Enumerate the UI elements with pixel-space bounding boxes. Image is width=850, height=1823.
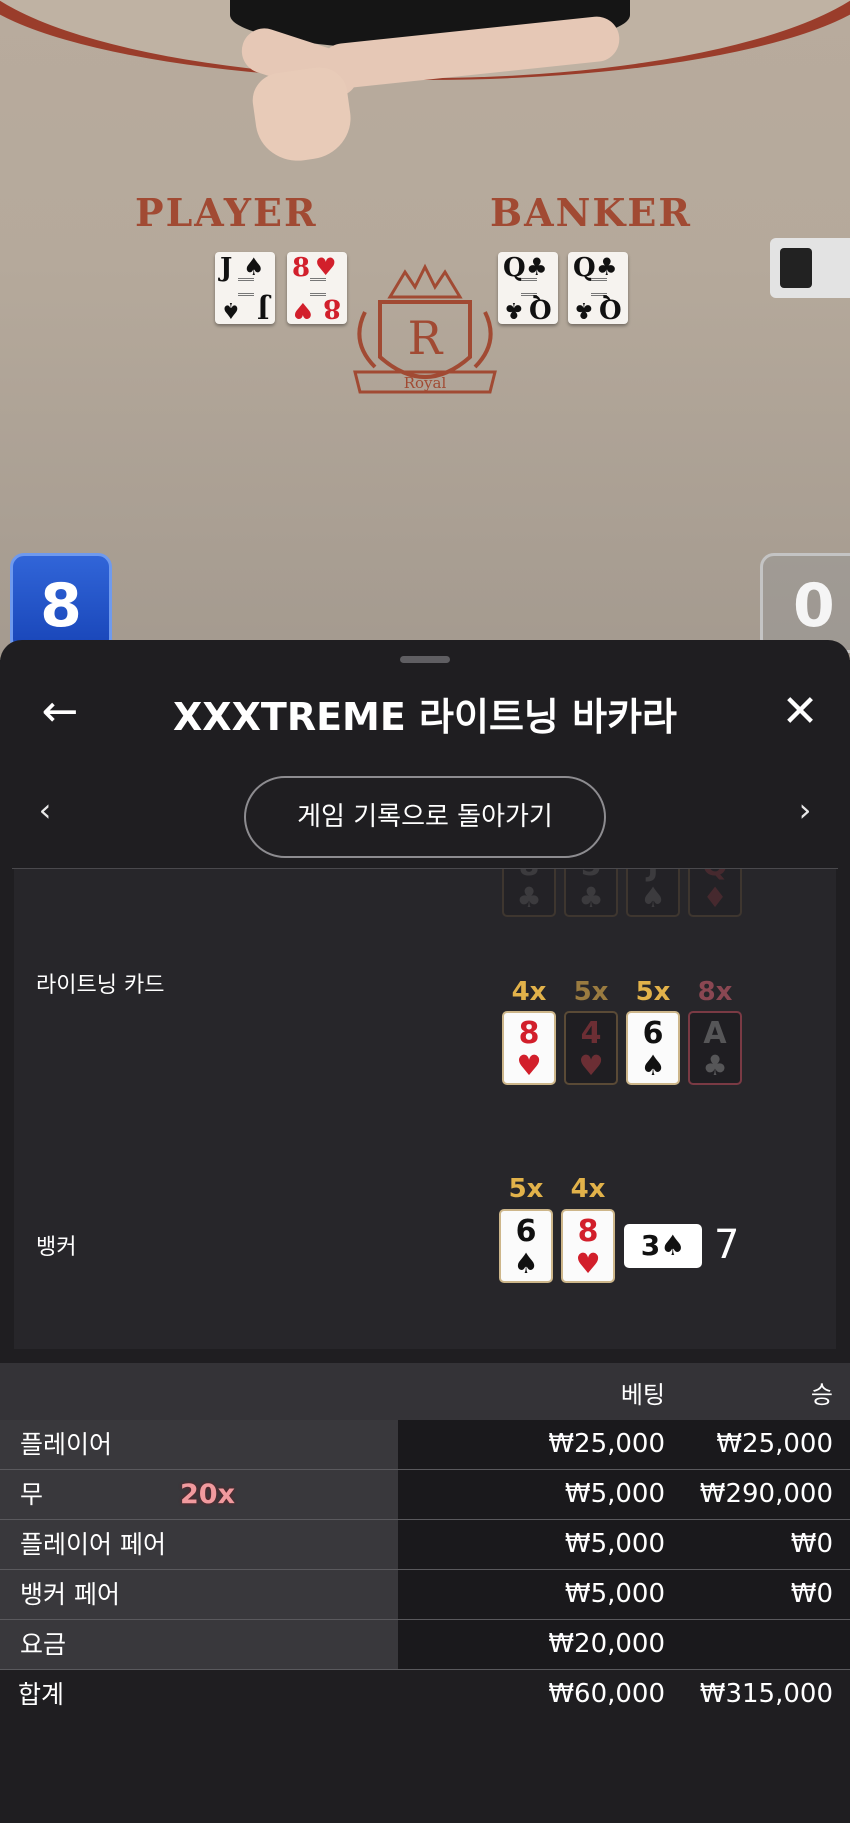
column-header-win: 승 xyxy=(810,1381,833,1409)
table-row: 뱅커 페어 ₩5,000 ₩0 xyxy=(0,1570,850,1620)
bets-table: 베팅 승 플레이어 ₩25,000 ₩25,000 무 20x ₩5,000 ₩… xyxy=(0,1363,850,1726)
total-label: 합계 xyxy=(18,1680,65,1709)
win-amount: ₩290,000 xyxy=(699,1479,833,1509)
close-icon[interactable]: ✕ xyxy=(770,682,830,742)
card: 8♣ xyxy=(502,869,556,917)
table-card-player-2: 8 ♥ ♥ 8 xyxy=(287,252,347,324)
table-card-player-1: J ♠ ♠ J xyxy=(215,252,275,324)
lightning-multiplier: 4x xyxy=(511,977,547,1007)
bet-amount: ₩5,000 xyxy=(564,1529,665,1559)
player-score-badge: 8 xyxy=(10,553,112,653)
dealer-hand xyxy=(249,63,356,167)
svg-text:Royal: Royal xyxy=(404,374,447,392)
bet-type: 플레이어 xyxy=(0,1420,398,1469)
lightning-card: 4 ♥ xyxy=(564,1011,618,1085)
lightning-multiplier: 5x xyxy=(573,977,609,1007)
live-video: PLAYER BANKER J ♠ ♠ J 8 ♥ ♥ 8 Q ♣ ♣ Q Q ♣ ♣ Q R … xyxy=(0,0,850,660)
bets-table-header: 베팅 승 xyxy=(0,1363,850,1420)
lightning-card: 6 ♠ xyxy=(626,1011,680,1085)
table-row: 플레이어 페어 ₩5,000 ₩0 xyxy=(0,1520,850,1570)
banker-third-card: 3♠ xyxy=(624,1224,702,1268)
bet-amount: ₩25,000 xyxy=(548,1429,665,1459)
table-row: 요금 ₩20,000 xyxy=(0,1620,850,1670)
total-row: 합계 ₩60,000 ₩315,000 xyxy=(0,1670,850,1726)
total-win-amount: ₩315,000 xyxy=(699,1679,833,1709)
lightning-card: 8 ♥ xyxy=(502,1011,556,1085)
table-card-banker-2: Q ♣ ♣ Q xyxy=(568,252,628,324)
lightning-multiplier: 8x xyxy=(697,977,733,1007)
lightning-card: A ♣ xyxy=(688,1011,742,1085)
game-details-panel: ← XXXTREME 라이트닝 바카라 ✕ ‹ 게임 기록으로 돌아가기 › 8… xyxy=(0,640,850,1823)
chevron-left-icon[interactable]: ‹ xyxy=(25,785,65,835)
royal-crest-logo: R Royal xyxy=(353,263,497,394)
bet-type: 플레이어 페어 xyxy=(0,1520,398,1569)
card-multiplier: 5x xyxy=(508,1174,544,1204)
bet-type: 요금 xyxy=(0,1620,398,1669)
card: Q♦ xyxy=(688,869,742,917)
bet-amount: ₩20,000 xyxy=(548,1629,665,1659)
win-amount: ₩25,000 xyxy=(716,1429,833,1459)
back-to-history-button[interactable]: 게임 기록으로 돌아가기 xyxy=(244,776,606,858)
round-result: 8♣ 5♣ J♠ Q♦ 라이트닝 카드 4x 5x 5x 8x 8♥ 4♥ 6♠… xyxy=(14,869,836,1349)
bet-amount: ₩5,000 xyxy=(564,1579,665,1609)
table-card-banker-1: Q ♣ ♣ Q xyxy=(498,252,558,324)
lightning-multiplier: 5x xyxy=(635,977,671,1007)
card-shoe xyxy=(770,238,850,298)
panel-title: XXXTREME 라이트닝 바카라 xyxy=(173,695,677,739)
card-multiplier: 4x xyxy=(570,1174,606,1204)
card: 5♣ xyxy=(564,869,618,917)
svg-text:R: R xyxy=(408,311,444,365)
win-amount: ₩0 xyxy=(790,1579,833,1609)
player-side-label: PLAYER xyxy=(135,190,318,235)
column-header-bet: 베팅 xyxy=(620,1381,665,1409)
banker-total: 7 xyxy=(714,1222,740,1268)
banker-label: 뱅커 xyxy=(36,1235,77,1260)
banker-card: 6 ♠ xyxy=(499,1209,553,1283)
total-bet-amount: ₩60,000 xyxy=(548,1679,665,1709)
bet-amount: ₩5,000 xyxy=(564,1479,665,1509)
chevron-right-icon[interactable]: › xyxy=(785,785,825,835)
win-amount: ₩0 xyxy=(790,1529,833,1559)
drag-handle[interactable] xyxy=(400,656,450,663)
card: J♠ xyxy=(626,869,680,917)
bet-type: 뱅커 페어 xyxy=(0,1570,398,1619)
tie-multiplier-badge: 20x xyxy=(180,1479,235,1510)
lightning-cards-label: 라이트닝 카드 xyxy=(36,973,165,998)
table-row: 플레이어 ₩25,000 ₩25,000 xyxy=(0,1420,850,1470)
banker-side-label: BANKER xyxy=(490,190,692,235)
table-row: 무 20x ₩5,000 ₩290,000 xyxy=(0,1470,850,1520)
banker-card: 8 ♥ xyxy=(561,1209,615,1283)
banker-score-badge: 0 xyxy=(760,553,850,653)
